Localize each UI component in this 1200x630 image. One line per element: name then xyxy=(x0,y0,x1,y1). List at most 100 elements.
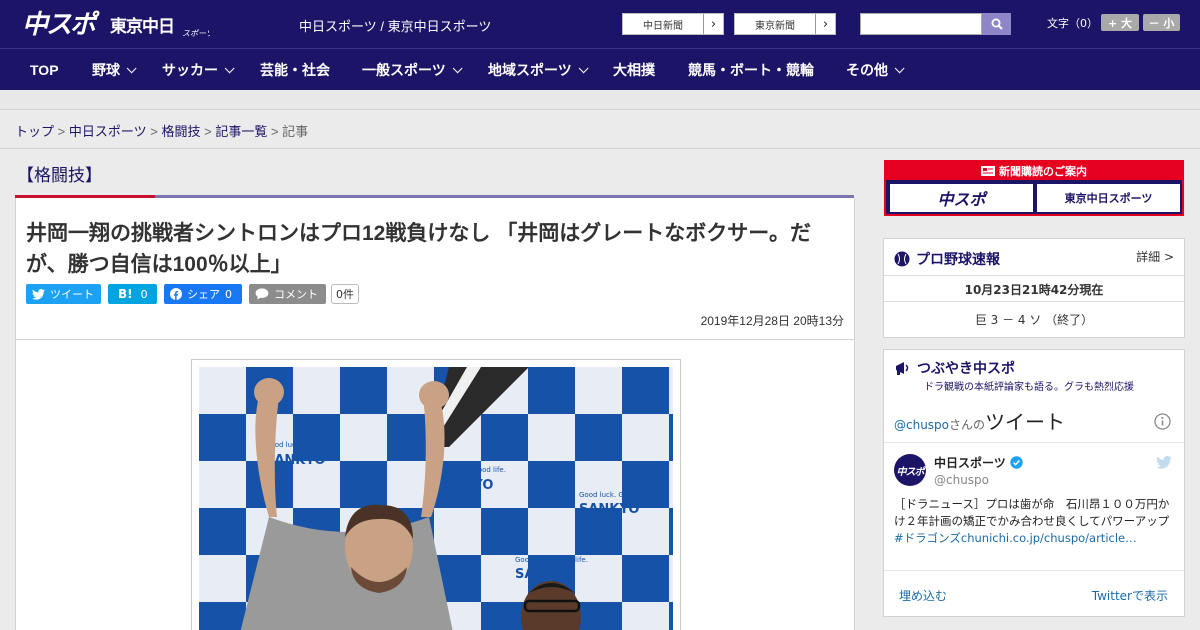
nav-item-racing[interactable]: 競馬・ボート・競輪 xyxy=(688,49,814,91)
twitter-bird-icon[interactable] xyxy=(1156,456,1172,469)
article-category: 【格闘技】 xyxy=(17,166,102,185)
chevron-down-icon xyxy=(578,62,589,73)
svg-text:スポーツ: スポーツ xyxy=(182,29,210,38)
chuspo-logo[interactable]: 中スポ xyxy=(22,6,102,40)
nav-label: TOP xyxy=(30,62,59,78)
baseball-widget-title: プロ野球速報 xyxy=(916,251,1000,267)
ext-link-label: 東京新聞 xyxy=(755,20,795,32)
comment-button[interactable]: コメント xyxy=(249,284,326,304)
newspaper-icon xyxy=(981,166,995,176)
breadcrumb-separator: > xyxy=(270,124,279,139)
baseball-widget-header: プロ野球速報 xyxy=(894,249,1000,269)
svg-text:東京中日: 東京中日 xyxy=(110,16,174,37)
tweet-text: ［ドラニュース］プロは歯が命 石川昂１００万円かけ２年計画の矯正でかみ合わせ良く… xyxy=(894,496,1176,547)
breadcrumb-separator: > xyxy=(204,124,212,139)
chevron-right-icon: › xyxy=(815,14,835,34)
breadcrumb-link-martial-arts[interactable]: 格闘技 xyxy=(161,124,200,139)
font-bigger-button[interactable]: + 大 xyxy=(1101,14,1139,31)
nav-label: 芸能・社会 xyxy=(260,62,330,78)
view-on-twitter-link[interactable]: Twitterで表示 xyxy=(1092,587,1168,604)
nav-item-other[interactable]: その他 xyxy=(846,49,905,91)
baseball-timestamp: 10月23日21時42分現在 xyxy=(964,283,1104,297)
photo-boxers-celebrating: Good luck. Good life. SANKYO Good luck. … xyxy=(199,367,673,630)
nav-label: 地域スポーツ xyxy=(488,62,572,78)
breadcrumb-separator: > xyxy=(57,124,66,139)
chevron-down-icon xyxy=(224,62,235,73)
ext-link-label: 中日新聞 xyxy=(643,20,683,32)
subscribe-chuspo-button[interactable]: 中スポ xyxy=(890,184,1033,212)
hatena-bookmark-button[interactable]: B! 0 xyxy=(108,284,157,304)
account-name[interactable]: 中日スポーツ xyxy=(934,454,1023,471)
search-icon xyxy=(991,18,1003,30)
search-button[interactable] xyxy=(982,13,1011,35)
facebook-label: シェア xyxy=(187,288,220,301)
breadcrumb-link-top[interactable]: トップ xyxy=(15,124,54,139)
tweet-button[interactable]: ツイート xyxy=(26,284,101,304)
account-handle[interactable]: @chuspo xyxy=(934,473,989,487)
breadcrumb-current: 記事 xyxy=(282,124,309,139)
svg-text:YO: YO xyxy=(199,524,219,539)
nav-item-sumo[interactable]: 大相撲 xyxy=(613,49,655,91)
chuspo-logo-text: 中スポ xyxy=(937,190,986,209)
hatena-b-icon: B! xyxy=(118,287,133,301)
nav-label: その他 xyxy=(846,62,888,78)
nav-item-soccer[interactable]: サッカー xyxy=(162,49,235,91)
twitter-bird-icon xyxy=(32,288,45,300)
breadcrumb: トップ > 中日スポーツ > 格闘技 > 記事一覧 > 記事 xyxy=(15,121,308,140)
nav-item-general-sports[interactable]: 一般スポーツ xyxy=(362,49,463,91)
newspaper-subscription-banner[interactable]: 新聞購読のご案内 中スポ 東京中日スポーツ xyxy=(884,160,1184,216)
divider xyxy=(0,148,1200,149)
handle-suffix: さんの xyxy=(949,418,986,432)
font-smaller-button[interactable]: － 小 xyxy=(1143,14,1180,31)
svg-text:中スポ: 中スポ xyxy=(22,10,100,40)
divider xyxy=(16,339,854,340)
comment-count[interactable]: 0件 xyxy=(331,284,359,304)
breadcrumb-link-chunichi-sports[interactable]: 中日スポーツ xyxy=(69,124,147,139)
svg-text:Good luck. Good life.: Good luck. Good life. xyxy=(579,491,652,499)
nav-label: 一般スポーツ xyxy=(362,62,446,78)
account-avatar[interactable]: 中スポ xyxy=(894,454,926,486)
chunichi-shimbun-link[interactable]: 中日新聞 › xyxy=(622,13,724,35)
top-header: 中スポ 東京中日 スポーツ 中日スポーツ / 東京中日スポーツ 中日新聞 › 東… xyxy=(0,0,1200,48)
tweet-body: ［ドラニュース］プロは歯が命 石川昂１００万円かけ２年計画の矯正でかみ合わせ良く… xyxy=(894,497,1170,528)
article-photo[interactable]: Good luck. Good life. SANKYO Good luck. … xyxy=(191,359,681,630)
chuspo-handle-link[interactable]: @chuspo xyxy=(894,418,949,432)
svg-text:SANKYO: SANKYO xyxy=(579,502,639,517)
chevron-down-icon xyxy=(126,62,137,73)
breadcrumb-link-article-list[interactable]: 記事一覧 xyxy=(215,124,267,139)
info-icon[interactable] xyxy=(1154,413,1171,430)
tokyo-shimbun-link[interactable]: 東京新聞 › xyxy=(734,13,836,35)
nav-label: 野球 xyxy=(92,62,120,78)
tsubuyaki-title: つぶやき中スポ xyxy=(917,360,1015,376)
nav-item-baseball[interactable]: 野球 xyxy=(92,49,137,91)
nav-item-local-sports[interactable]: 地域スポーツ xyxy=(488,49,589,91)
facebook-share-button[interactable]: シェア 0 xyxy=(164,284,242,304)
embed-link[interactable]: 埋め込む xyxy=(899,587,947,604)
baseball-game-score[interactable]: 巨 3 － 4 ソ （終了） xyxy=(884,311,1184,328)
nav-label: 競馬・ボート・競輪 xyxy=(688,62,814,78)
subscription-banner-header: 新聞購読のご案内 xyxy=(886,162,1182,180)
article-date: 2019年12月28日 20時13分 xyxy=(700,314,844,328)
account-name-text: 中日スポーツ xyxy=(934,456,1006,470)
verified-badge-icon xyxy=(1010,456,1023,469)
nav-item-entertainment[interactable]: 芸能・社会 xyxy=(260,49,330,91)
hatena-count: 0 xyxy=(140,287,148,301)
site-names[interactable]: 中日スポーツ / 東京中日スポーツ xyxy=(299,16,491,35)
chevron-right-icon: › xyxy=(703,14,723,34)
search-input[interactable] xyxy=(860,13,982,35)
facebook-icon xyxy=(170,288,182,300)
twitter-timeline-widget: つぶやき中スポ ドラ観戦の本紙評論家も語る。グラも熱烈応援 @chuspoさんの… xyxy=(883,349,1185,617)
tokyo-chunichi-sports-logo[interactable]: 東京中日 スポーツ xyxy=(110,10,210,40)
svg-text:Good luck. Good life.: Good luck. Good life. xyxy=(515,556,588,564)
facebook-count: 0 xyxy=(225,287,232,301)
nav-item-top[interactable]: TOP xyxy=(30,49,59,91)
tokyo-chunichi-logo-text: 東京中日スポーツ xyxy=(1064,192,1153,205)
subscribe-tokyo-chunichi-button[interactable]: 東京中日スポーツ xyxy=(1037,184,1180,212)
baseball-detail-link[interactable]: 詳細 > xyxy=(1136,248,1174,265)
nav-label: サッカー xyxy=(162,62,218,78)
subscription-banner-title: 新聞購読のご案内 xyxy=(999,165,1087,178)
ad-strip xyxy=(0,90,1200,110)
tweet-hashtag-link[interactable]: #ドラゴンズchunichi.co.jp/chuspo/article… xyxy=(894,531,1137,545)
svg-text:Good luck. Good life.: Good luck. Good life. xyxy=(265,441,338,449)
svg-text:SANKYO: SANKYO xyxy=(433,478,493,493)
